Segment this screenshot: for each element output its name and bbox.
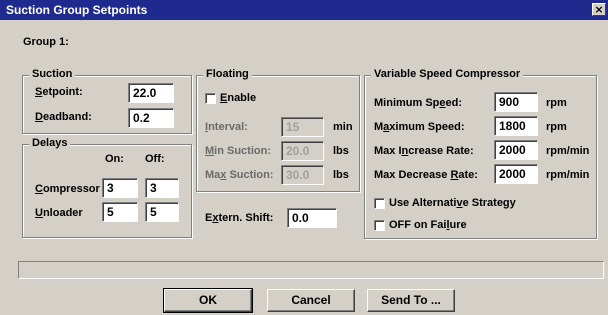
deadband-label: Deadband: [35, 111, 92, 123]
enable-checkbox[interactable] [205, 93, 216, 104]
alt-strategy-label: Use Alternative Strategy [389, 197, 516, 209]
compressor-on-input[interactable]: 3 [102, 178, 138, 198]
setpoint-input[interactable]: 22.0 [128, 83, 174, 103]
vsc-group-title: Variable Speed Compressor [371, 68, 524, 80]
extern-shift-input[interactable]: 0.0 [287, 208, 337, 228]
cancel-button[interactable]: Cancel [267, 289, 355, 312]
ok-button[interactable]: OK [163, 288, 253, 313]
max-suction-input[interactable]: 30.0 [281, 165, 324, 185]
max-decrease-input[interactable]: 2000 [494, 164, 538, 184]
delays-off-header: Off: [145, 153, 165, 165]
send-to-button[interactable]: Send To ... [367, 289, 455, 312]
interval-unit: min [333, 121, 353, 133]
unloader-off-input[interactable]: 5 [145, 202, 179, 222]
max-suction-label: Max Suction: [205, 169, 274, 181]
max-speed-unit: rpm [546, 121, 567, 133]
unloader-on-input[interactable]: 5 [102, 202, 138, 222]
floating-group-title: Floating [203, 68, 252, 80]
title-bar: Suction Group Setpoints × [0, 0, 608, 20]
max-decrease-label: Max Decrease Rate: [374, 169, 478, 181]
close-button[interactable]: × [592, 3, 606, 16]
setpoint-label: Setpoint: [35, 86, 83, 98]
unloader-label: Unloader [35, 207, 83, 219]
min-speed-input[interactable]: 900 [494, 92, 538, 112]
compressor-label: Compressor [35, 183, 100, 195]
alt-strategy-checkbox[interactable] [374, 198, 385, 209]
interval-input[interactable]: 15 [281, 117, 324, 137]
min-suction-unit: lbs [333, 145, 349, 157]
enable-label: Enable [220, 92, 257, 104]
max-speed-input[interactable]: 1800 [494, 116, 538, 136]
max-suction-unit: lbs [333, 169, 349, 181]
max-increase-unit: rpm/min [546, 145, 590, 157]
max-increase-label: Max Increase Rate: [374, 145, 474, 157]
delays-on-header: On: [105, 153, 124, 165]
min-suction-input[interactable]: 20.0 [281, 141, 324, 161]
off-on-failure-checkbox[interactable] [374, 220, 385, 231]
interval-label: Interval: [205, 121, 248, 133]
extern-shift-label: Extern. Shift: [205, 212, 274, 224]
min-suction-label: Min Suction: [205, 145, 271, 157]
deadband-input[interactable]: 0.2 [128, 108, 174, 128]
max-speed-label: Maximum Speed: [374, 121, 465, 133]
max-decrease-unit: rpm/min [546, 169, 590, 181]
max-increase-input[interactable]: 2000 [494, 140, 538, 160]
min-speed-unit: rpm [546, 97, 567, 109]
off-on-failure-label: OFF on Failure [389, 219, 467, 231]
status-bar [18, 261, 604, 279]
group-label: Group 1: [23, 36, 69, 48]
min-speed-label: Minimum Speed: [374, 97, 463, 109]
delays-group-title: Delays [29, 137, 71, 149]
window-title: Suction Group Setpoints [6, 3, 148, 17]
suction-group-title: Suction [29, 68, 76, 80]
compressor-off-input[interactable]: 3 [145, 178, 179, 198]
